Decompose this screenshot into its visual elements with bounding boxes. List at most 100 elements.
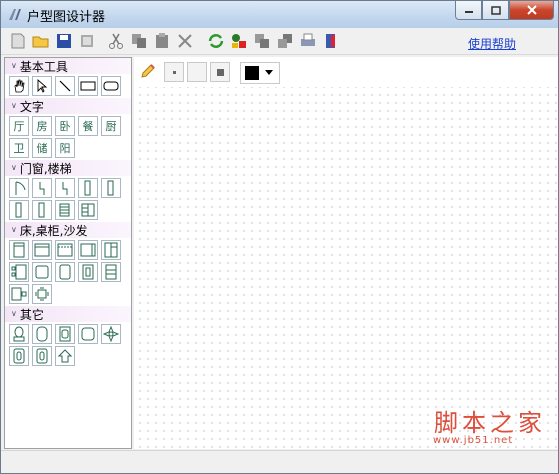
minimize-button[interactable]: [455, 1, 482, 20]
sink-icon: [59, 326, 71, 342]
door-left-item[interactable]: [32, 178, 52, 198]
item[interactable]: [32, 346, 52, 366]
rect-icon: [59, 264, 71, 280]
table-icon: [11, 287, 27, 301]
basin-item[interactable]: [78, 324, 98, 344]
title-bar: 户型图设计器: [1, 1, 558, 28]
text-item[interactable]: 储: [32, 138, 52, 158]
save-icon[interactable]: [55, 32, 73, 50]
window-icon: [38, 202, 45, 218]
chair-item[interactable]: [101, 262, 121, 282]
arrow-up-item[interactable]: [55, 346, 75, 366]
text-item[interactable]: 阳: [55, 138, 75, 158]
window-item[interactable]: [78, 178, 98, 198]
cut-icon[interactable]: [107, 32, 125, 50]
stairs-item[interactable]: [78, 200, 98, 220]
line-width-small-button[interactable]: [164, 62, 184, 82]
bed-item[interactable]: [55, 240, 75, 260]
app-window: 户型图设计器 使用帮助 ∨ 基本工具 ∨ 文字 厅 房 卧 餐 厨 卫 储 阳 ∨ 门…: [0, 0, 559, 474]
chevron-down-icon: ∨: [11, 61, 17, 70]
text-item[interactable]: 卧: [55, 116, 75, 136]
color-swatch: [245, 66, 259, 80]
hand-tool[interactable]: [9, 76, 29, 96]
help-link[interactable]: 使用帮助: [468, 35, 516, 52]
section-title: 基本工具: [19, 59, 68, 74]
bed-item[interactable]: [9, 240, 29, 260]
delete-icon[interactable]: [176, 32, 194, 50]
paste-icon[interactable]: [153, 32, 171, 50]
bed-item[interactable]: [32, 240, 52, 260]
line-tool[interactable]: [55, 76, 75, 96]
chair-icon: [82, 264, 94, 280]
item[interactable]: [9, 346, 29, 366]
text-item[interactable]: 餐: [78, 116, 98, 136]
table-item[interactable]: [9, 262, 29, 282]
section-title: 床,桌柜,沙发: [19, 223, 88, 238]
line-width-large-button[interactable]: [210, 62, 230, 82]
section-furniture[interactable]: ∨ 床,桌柜,沙发: [5, 222, 131, 238]
door-swing-icon: [15, 181, 26, 195]
rect-item[interactable]: [32, 262, 52, 282]
close-button[interactable]: [509, 1, 554, 20]
small-dot-icon: [172, 70, 176, 74]
hand-icon: [14, 79, 25, 93]
stairs-icon: [81, 203, 95, 217]
door-swing-item[interactable]: [9, 178, 29, 198]
plant-item[interactable]: [101, 324, 121, 344]
bathtub-item[interactable]: [32, 324, 52, 344]
door-right-item[interactable]: [55, 178, 75, 198]
toilet-item[interactable]: [9, 324, 29, 344]
open-folder-icon[interactable]: [32, 32, 50, 50]
maximize-button[interactable]: [482, 1, 509, 20]
window-item[interactable]: [32, 200, 52, 220]
copy-icon[interactable]: [130, 32, 148, 50]
text-item[interactable]: 房: [32, 116, 52, 136]
grid-icon[interactable]: [78, 32, 96, 50]
new-file-icon[interactable]: [9, 32, 27, 50]
stairs-icon: [59, 203, 70, 217]
color-picker[interactable]: [240, 62, 280, 84]
stairs-item[interactable]: [55, 200, 75, 220]
exit-icon[interactable]: [322, 32, 340, 50]
line-width-none-button[interactable]: [187, 62, 207, 82]
shapes-icon[interactable]: [230, 32, 248, 50]
section-others[interactable]: ∨ 其它: [5, 306, 131, 322]
section-text[interactable]: ∨ 文字: [5, 98, 131, 114]
pencil-icon[interactable]: [140, 63, 156, 79]
text-item[interactable]: 厨: [101, 116, 121, 136]
large-dot-icon: [216, 68, 224, 76]
text-item[interactable]: 卫: [9, 138, 29, 158]
section-title: 门窗,楼梯: [19, 161, 72, 176]
tool-panel: ∨ 基本工具 ∨ 文字 厅 房 卧 餐 厨 卫 储 阳 ∨ 门窗,楼梯 ∨ 床,桌柜,沙…: [4, 57, 132, 449]
bed-icon: [34, 243, 50, 257]
window-item[interactable]: [101, 178, 121, 198]
chair-item[interactable]: [78, 262, 98, 282]
table-item[interactable]: [32, 284, 52, 304]
status-bar: [1, 450, 558, 473]
window-item[interactable]: [9, 200, 29, 220]
close-icon: [526, 5, 537, 15]
print-icon[interactable]: [299, 32, 317, 50]
sink-item[interactable]: [55, 324, 75, 344]
table-item[interactable]: [9, 284, 29, 304]
pointer-tool[interactable]: [32, 76, 52, 96]
rounded-rectangle-icon: [103, 81, 119, 91]
table-icon: [11, 264, 27, 280]
section-basic-tools[interactable]: ∨ 基本工具: [5, 58, 131, 74]
refresh-icon[interactable]: [207, 32, 225, 50]
send-back-icon[interactable]: [276, 32, 294, 50]
window-icon: [107, 180, 114, 196]
rounded-rectangle-tool[interactable]: [101, 76, 121, 96]
rect-item[interactable]: [55, 262, 75, 282]
section-doors-windows-stairs[interactable]: ∨ 门窗,楼梯: [5, 160, 131, 176]
rectangle-tool[interactable]: [78, 76, 98, 96]
section-doors-items: [5, 176, 131, 222]
sofa-item[interactable]: [78, 240, 98, 260]
rect-icon: [35, 265, 49, 279]
drawing-canvas[interactable]: [134, 57, 558, 449]
bring-front-icon[interactable]: [253, 32, 271, 50]
text-item[interactable]: 厅: [9, 116, 29, 136]
maximize-icon: [490, 5, 501, 15]
pointer-icon: [37, 79, 48, 93]
cabinet-item[interactable]: [101, 240, 121, 260]
